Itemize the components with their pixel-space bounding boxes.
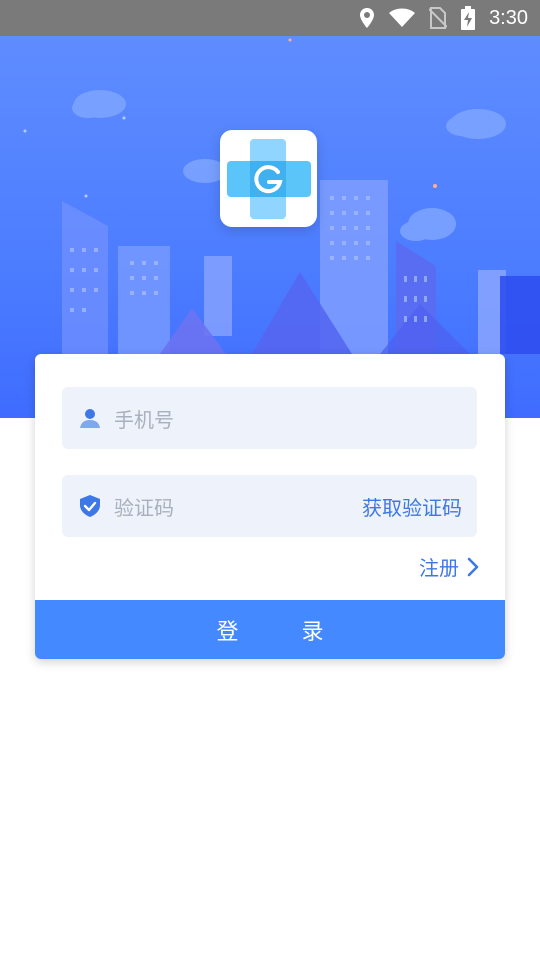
- login-label: 登 录: [216, 619, 352, 645]
- battery-charging-icon: [461, 6, 476, 30]
- phone-placeholder: 手机号: [114, 408, 174, 432]
- login-button[interactable]: 登 录: [35, 600, 505, 659]
- register-label: 注册: [419, 556, 459, 580]
- wifi-icon: [389, 8, 416, 27]
- phone-input[interactable]: 手机号: [62, 387, 477, 449]
- chevron-right-icon: [467, 557, 479, 576]
- get-code-button[interactable]: 获取验证码: [362, 492, 462, 521]
- shield-check-icon: [80, 495, 100, 517]
- status-bar: 3:30: [0, 0, 540, 36]
- app-logo: [220, 130, 317, 227]
- location-icon: [360, 8, 375, 28]
- register-link[interactable]: 注册: [419, 552, 479, 581]
- code-input[interactable]: 验证码 获取验证码: [62, 475, 477, 537]
- user-icon: [80, 409, 100, 428]
- no-sim-icon: [429, 7, 448, 29]
- status-time: 3:30: [489, 6, 528, 29]
- status-icons: 3:30: [359, 0, 528, 36]
- code-placeholder: 验证码: [114, 496, 174, 520]
- medical-cross-logo-icon: [227, 139, 311, 219]
- login-card: 手机号 验证码 获取验证码 注册 登 录: [35, 354, 505, 659]
